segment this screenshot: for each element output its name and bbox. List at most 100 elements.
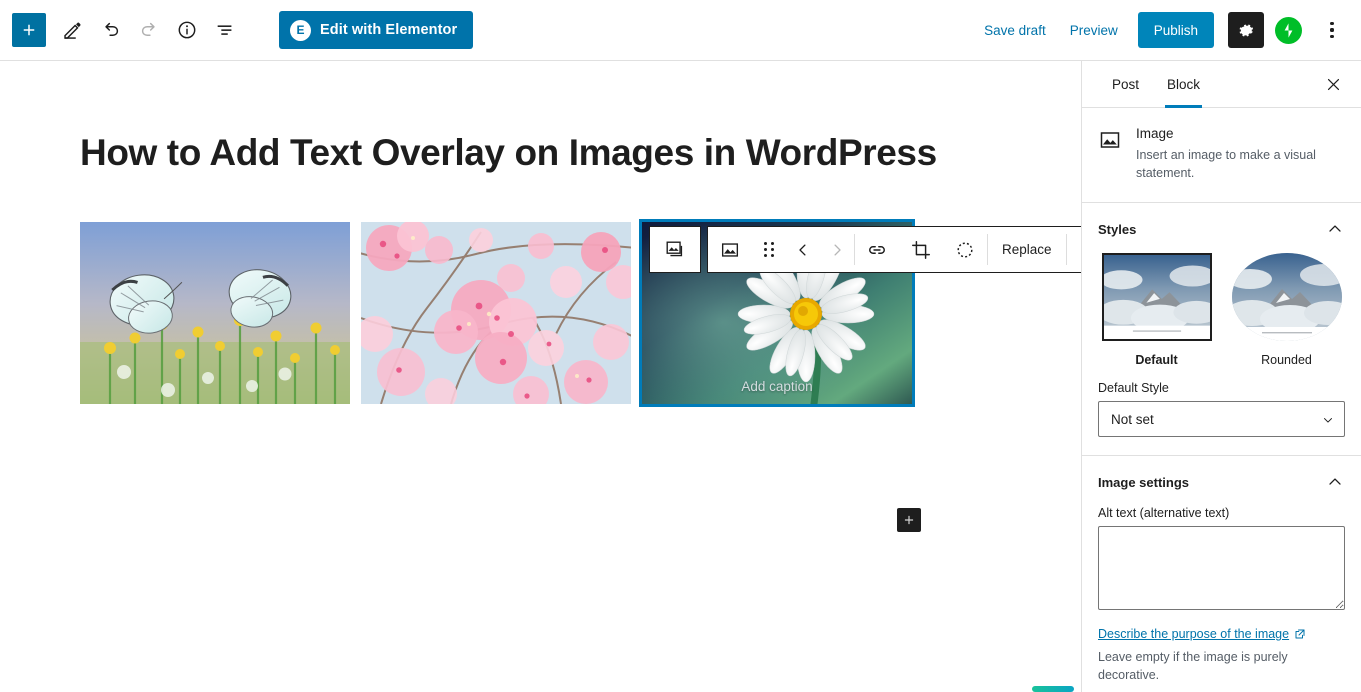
sidebar-tabs: Post Block	[1082, 61, 1361, 108]
redo-button[interactable]	[130, 11, 168, 49]
plus-icon	[20, 21, 38, 39]
duotone-circle-icon	[954, 239, 976, 261]
insert-link-button[interactable]	[855, 227, 899, 272]
link-icon	[866, 239, 888, 261]
close-icon	[1325, 76, 1342, 93]
alt-text-input[interactable]	[1098, 526, 1345, 610]
chevron-up-icon	[1325, 472, 1345, 492]
default-style-select-wrap: Not set	[1098, 401, 1345, 437]
block-info-card: Image Insert an image to make a visual s…	[1082, 108, 1361, 203]
block-type-image-button[interactable]	[708, 227, 752, 272]
undo-icon	[100, 19, 122, 41]
list-view-button[interactable]	[206, 11, 244, 49]
block-info-text: Image Insert an image to make a visual s…	[1136, 126, 1345, 182]
redo-icon	[138, 19, 160, 41]
close-sidebar-button[interactable]	[1315, 66, 1351, 102]
edit-with-elementor-button[interactable]: E Edit with Elementor	[279, 11, 473, 49]
settings-button[interactable]	[1228, 12, 1264, 48]
select-parent-block-button[interactable]	[649, 226, 701, 273]
gallery-appender-button[interactable]	[897, 508, 921, 532]
image-icon	[1098, 128, 1122, 152]
chevron-up-icon	[1325, 219, 1345, 239]
external-link-icon	[1294, 628, 1306, 640]
list-view-icon	[214, 19, 236, 41]
settings-sidebar: Post Block Image Insert an image to make…	[1081, 61, 1361, 692]
move-next-button[interactable]	[820, 227, 854, 272]
publish-button[interactable]: Publish	[1138, 12, 1214, 48]
alt-text-label: Alt text (alternative text)	[1098, 506, 1345, 520]
style-thumb-rounded	[1232, 253, 1342, 341]
editor-canvas: How to Add Text Overlay on Images in Wor…	[0, 61, 1081, 692]
plus-icon	[902, 513, 916, 527]
chevron-right-icon	[828, 241, 846, 259]
styles-panel-title: Styles	[1098, 222, 1136, 237]
tab-block[interactable]: Block	[1153, 61, 1214, 108]
image-settings-panel: Image settings Alt text (alternative tex…	[1082, 456, 1361, 692]
move-previous-button[interactable]	[786, 227, 820, 272]
preview-button[interactable]: Preview	[1058, 15, 1130, 46]
gallery-image-2[interactable]	[361, 222, 631, 404]
gallery-icon	[664, 239, 686, 261]
jetpack-icon	[1275, 17, 1302, 44]
jetpack-button[interactable]	[1270, 12, 1306, 48]
info-icon	[176, 19, 198, 41]
block-card-description: Insert an image to make a visual stateme…	[1136, 146, 1345, 182]
pencil-icon	[62, 19, 84, 41]
more-options-button[interactable]	[1315, 12, 1349, 48]
style-options: Default	[1098, 253, 1345, 367]
block-toolbar-main: Replace	[707, 226, 1081, 273]
styles-panel: Styles	[1082, 203, 1361, 456]
undo-button[interactable]	[92, 11, 130, 49]
add-block-button[interactable]	[12, 13, 46, 47]
crop-icon	[910, 239, 932, 261]
default-style-select[interactable]: Not set	[1098, 401, 1345, 437]
save-draft-button[interactable]: Save draft	[972, 15, 1058, 46]
style-option-rounded[interactable]: Rounded	[1232, 253, 1342, 367]
chevron-left-icon	[794, 241, 812, 259]
elementor-logo-icon: E	[290, 20, 311, 41]
image-settings-title: Image settings	[1098, 475, 1189, 490]
bottom-progress-sliver	[1032, 686, 1074, 692]
editor-top-bar: E Edit with Elementor Save draft Preview…	[0, 0, 1361, 61]
block-options-button[interactable]	[1067, 242, 1081, 258]
styles-panel-header[interactable]: Styles	[1082, 203, 1361, 253]
style-label-default: Default	[1135, 353, 1177, 367]
style-thumb-default	[1102, 253, 1212, 341]
top-bar-left-tools: E Edit with Elementor	[0, 11, 473, 49]
alt-text-help-note: Leave empty if the image is purely decor…	[1098, 648, 1345, 684]
duotone-filter-button[interactable]	[943, 227, 987, 272]
image-tools-segment	[855, 227, 987, 272]
image-cherry-blossom	[361, 222, 631, 404]
block-type-segment	[708, 227, 854, 272]
drag-handle-button[interactable]	[752, 227, 786, 272]
details-info-button[interactable]	[168, 11, 206, 49]
image-caption-placeholder[interactable]: Add caption	[642, 379, 912, 394]
image-settings-header[interactable]: Image settings	[1082, 456, 1361, 506]
wordpress-block-editor: E Edit with Elementor Save draft Preview…	[0, 0, 1361, 692]
block-card-title: Image	[1136, 126, 1345, 141]
mountain-thumbnail-icon	[1232, 253, 1342, 341]
default-style-label: Default Style	[1098, 381, 1345, 395]
style-option-default[interactable]: Default	[1102, 253, 1212, 367]
crop-button[interactable]	[899, 227, 943, 272]
image-settings-body: Alt text (alternative text) Describe the…	[1082, 506, 1361, 692]
tab-post[interactable]: Post	[1098, 61, 1153, 108]
block-toolbar: Replace	[649, 226, 1081, 273]
image-block-icon-wrap	[1098, 128, 1122, 182]
style-label-rounded: Rounded	[1261, 353, 1312, 367]
mountain-thumbnail-icon	[1104, 255, 1210, 339]
replace-button[interactable]: Replace	[988, 227, 1066, 272]
kebab-icon	[1330, 22, 1333, 38]
drag-dots-icon	[764, 242, 774, 258]
jetpack-bolt-icon	[1280, 22, 1297, 39]
edit-with-elementor-label: Edit with Elementor	[320, 22, 457, 38]
top-bar-right-actions: Save draft Preview Publish	[972, 12, 1361, 48]
describe-image-link[interactable]: Describe the purpose of the image	[1098, 627, 1306, 641]
describe-image-label: Describe the purpose of the image	[1098, 627, 1289, 641]
styles-panel-body: Default	[1082, 253, 1361, 455]
gear-icon	[1237, 21, 1256, 40]
tools-pencil-button[interactable]	[54, 11, 92, 49]
image-icon	[719, 239, 741, 261]
gallery-image-1[interactable]	[80, 222, 350, 404]
post-title[interactable]: How to Add Text Overlay on Images in Wor…	[80, 131, 980, 175]
